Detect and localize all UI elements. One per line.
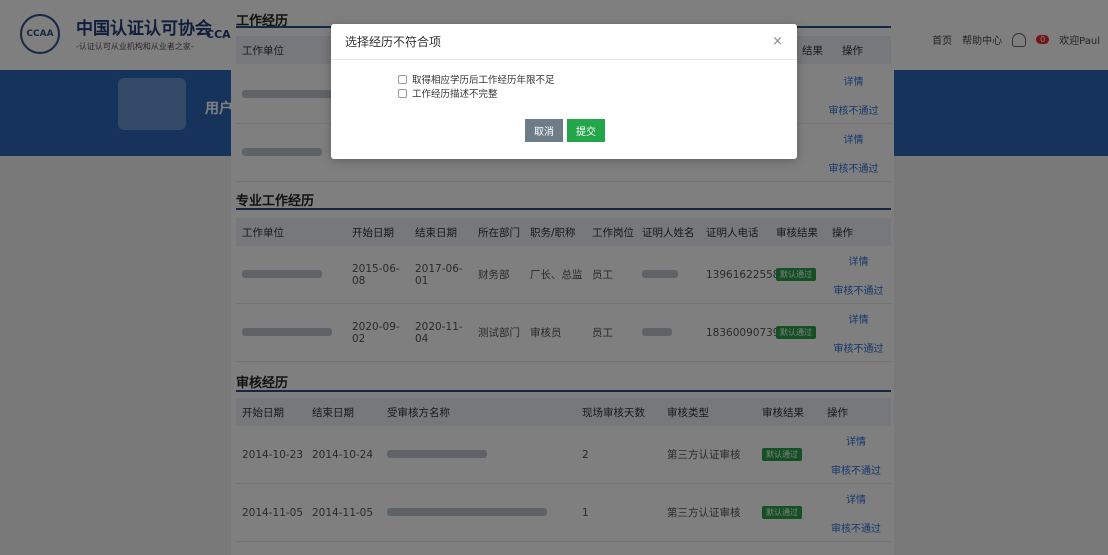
reject-reason-dialog: 选择经历不符合项 × 取得相应学历后工作经历年限不足 工作经历描述不完整 取消 … xyxy=(331,24,797,159)
reason-label: 工作经历描述不完整 xyxy=(412,89,498,100)
dialog-title: 选择经历不符合项 xyxy=(345,35,442,49)
reason-option[interactable]: 取得相应学历后工作经历年限不足 xyxy=(398,72,555,86)
reason-label: 取得相应学历后工作经历年限不足 xyxy=(412,75,555,86)
cancel-button[interactable]: 取消 xyxy=(525,119,563,142)
close-icon[interactable]: × xyxy=(772,34,783,49)
reason-option[interactable]: 工作经历描述不完整 xyxy=(398,86,555,100)
dialog-header: 选择经历不符合项 × xyxy=(331,24,797,60)
checkbox[interactable] xyxy=(398,74,407,84)
reason-options: 取得相应学历后工作经历年限不足 工作经历描述不完整 xyxy=(398,72,555,100)
submit-button[interactable]: 提交 xyxy=(567,119,605,142)
checkbox[interactable] xyxy=(398,88,407,98)
dialog-actions: 取消 提交 xyxy=(525,119,605,142)
